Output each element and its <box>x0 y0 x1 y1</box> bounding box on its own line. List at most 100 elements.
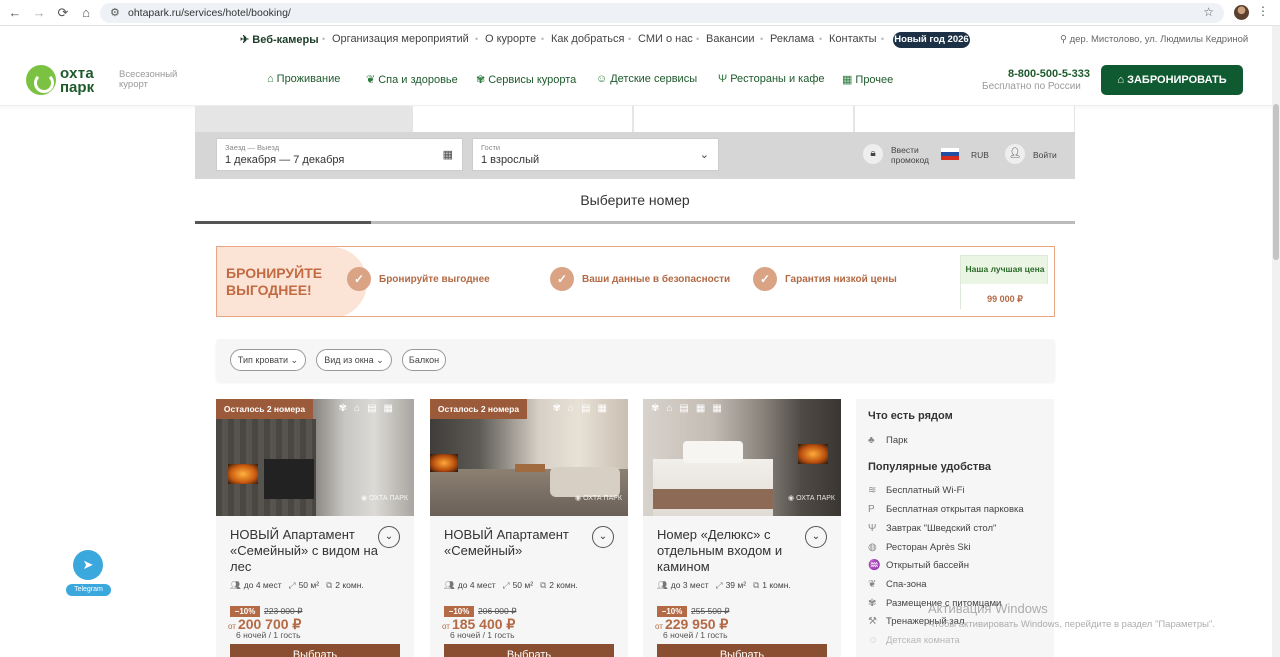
booking-step-tabs <box>195 106 1075 132</box>
filter-bed-type[interactable]: Тип кровати ⌄ <box>230 349 306 371</box>
nav-accommodation[interactable]: ⌂ Проживание <box>267 73 340 85</box>
photo-watermark: ◉ ОХТА ПАРК <box>575 495 622 502</box>
room-photo[interactable]: Осталось 2 номера ✾⌂▤▦ ◉ ОХТА ПАРК <box>430 399 628 516</box>
page-scrollbar[interactable] <box>1272 26 1280 657</box>
site-info-icon[interactable]: ⚙ <box>110 6 120 19</box>
amenity-item: Ψ Завтрак "Шведский стол" <box>868 523 997 534</box>
nav-services[interactable]: ✾ Сервисы курорта <box>476 73 576 86</box>
login-button[interactable]: 👤︎ Войти <box>1005 142 1061 168</box>
filter-balcony[interactable]: Балкон <box>402 349 446 371</box>
booking-tab[interactable] <box>633 106 854 132</box>
room-card: Осталось 2 номера ✾⌂▤▦ ◉ ОХТА ПАРК НОВЫЙ… <box>430 399 628 657</box>
amenity-item: P Бесплатная открытая парковка <box>868 504 1024 515</box>
area-icon: ⤢ <box>502 580 510 590</box>
photo-watermark: ◉ ОХТА ПАРК <box>788 495 835 502</box>
nav-spa[interactable]: ❦ Спа и здоровье <box>366 73 458 86</box>
filters-bar: Тип кровати ⌄ Вид из окна ⌄ Балкон <box>216 339 1055 382</box>
best-price-value: 99 000 ₽ <box>987 294 1023 304</box>
home-icon[interactable]: ⌂ <box>77 4 95 22</box>
rooms-left-badge: Осталось 2 номера <box>216 399 313 419</box>
topbar-link-events[interactable]: Организация мероприятий <box>332 33 469 45</box>
profile-avatar[interactable] <box>1234 5 1249 20</box>
room-photo[interactable]: Осталось 2 номера ✾⌂▤▦ ◉ ОХТА ПАРК <box>216 399 414 516</box>
grid-icon: ▦ <box>842 74 853 86</box>
topbar-link-about[interactable]: О курорте <box>485 33 536 45</box>
telegram-icon[interactable]: ➤ <box>73 550 103 580</box>
photo-dots[interactable] <box>438 510 620 513</box>
topbar-link-vacancies[interactable]: Вакансии <box>706 33 755 45</box>
pool-icon: ♒ <box>868 560 881 571</box>
booking-tab[interactable] <box>854 106 1075 132</box>
currency-selector[interactable]: RUB <box>941 142 997 168</box>
booking-tab[interactable] <box>412 106 633 132</box>
select-room-button[interactable]: Выбрать <box>230 644 400 657</box>
room-title[interactable]: НОВЫЙ Апартамент «Семейный» с видом на л… <box>230 527 380 575</box>
user-icon: 👤︎ <box>1005 144 1025 164</box>
webcams-link[interactable]: ✈ Веб-камеры <box>240 33 319 46</box>
rooms-left-badge: Осталось 2 номера <box>430 399 527 419</box>
expand-chevron-icon[interactable]: ⌄ <box>805 526 827 548</box>
windows-activation-title: Активация Windows <box>928 601 1048 616</box>
address-link[interactable]: ⚲ дер. Мистолово, ул. Людмилы Кедриной <box>1060 34 1248 45</box>
best-price-box: Наша лучшая цена 99 000 ₽ <box>960 255 1049 310</box>
select-room-button[interactable]: Выбрать <box>657 644 827 657</box>
rooms-icon: ⧉ <box>326 580 333 590</box>
browser-toolbar: ← → ⟳ ⌂ ⚙ ohtapark.ru/services/hotel/boo… <box>0 0 1280 26</box>
reload-icon[interactable]: ⟳ <box>54 4 72 22</box>
promo-code-button[interactable]: 🔒︎ Ввести промокод <box>863 142 933 168</box>
book-button[interactable]: ⌂ ЗАБРОНИРОВАТЬ <box>1101 65 1243 95</box>
amenity-item: ♒ Открытый бассейн <box>868 560 969 571</box>
chevron-down-icon: ⌄ <box>290 355 299 365</box>
telegram-label[interactable]: Telegram <box>66 584 111 596</box>
nav-restaurants[interactable]: Ψ Рестораны и кафе <box>718 73 825 85</box>
calendar-icon: ▦ <box>442 149 453 161</box>
topbar-link-media[interactable]: СМИ о нас <box>638 33 693 45</box>
filter-window-view[interactable]: Вид из окна ⌄ <box>316 349 392 371</box>
spa-icon: ❦ <box>868 579 877 590</box>
room-specs: 👥︎ до 4 мест ⤢ 50 м² ⧉ 2 комн. <box>230 580 364 590</box>
nav-kids[interactable]: ☺ Детские сервисы <box>596 73 697 85</box>
amenity-icons: ✾⌂▤▦ <box>338 403 400 414</box>
forward-icon[interactable]: → <box>30 4 48 22</box>
topbar-link-directions[interactable]: Как добраться <box>551 33 624 45</box>
back-icon[interactable]: ← <box>6 4 24 22</box>
leaf-icon: ✾ <box>476 74 486 86</box>
address-bar[interactable]: ⚙ ohtapark.ru/services/hotel/booking/ ☆ <box>100 3 1224 23</box>
guests-field[interactable]: Гости 1 взрослый ⌄ <box>472 138 719 171</box>
amenity-icons: ✾⌂▤▦▦ <box>651 403 729 414</box>
select-room-button[interactable]: Выбрать <box>444 644 614 657</box>
scrollbar-thumb[interactable] <box>1273 104 1279 260</box>
room-card: ✾⌂▤▦▦ ◉ ОХТА ПАРК Номер «Делюкс» с отдел… <box>643 399 841 657</box>
photo-dots[interactable] <box>224 510 406 513</box>
topbar-link-ads[interactable]: Реклама <box>770 33 814 45</box>
russia-flag-icon <box>941 148 959 160</box>
nav-other[interactable]: ▦ Прочее <box>842 73 893 86</box>
photo-dots[interactable] <box>651 510 833 513</box>
chevron-down-icon: ⌄ <box>699 149 709 161</box>
area-icon: ⤢ <box>288 580 296 590</box>
logo-mark-icon <box>26 65 56 95</box>
url-text[interactable]: ohtapark.ru/services/hotel/booking/ <box>128 7 291 19</box>
parking-icon: P <box>868 504 875 515</box>
amenity-icons: ✾⌂▤▦ <box>552 403 614 414</box>
logo[interactable]: охта парк <box>26 64 111 96</box>
room-title[interactable]: Номер «Делюкс» с отдельным входом и ками… <box>657 527 807 575</box>
dates-field[interactable]: Заезд — Выезд 1 декабря — 7 декабря ▦ <box>216 138 463 171</box>
phone-number[interactable]: 8-800-500-5-333 <box>1008 68 1090 80</box>
chevron-down-icon: ⌄ <box>376 355 384 365</box>
expand-chevron-icon[interactable]: ⌄ <box>592 526 614 548</box>
bookmark-star-icon[interactable]: ☆ <box>1203 5 1214 19</box>
browser-menu-icon[interactable]: ⋮ <box>1257 4 1269 18</box>
expand-chevron-icon[interactable]: ⌄ <box>378 526 400 548</box>
step-title: Выберите номер <box>580 192 690 208</box>
room-title[interactable]: НОВЫЙ Апартамент «Семейный» <box>444 527 594 559</box>
dumbbell-icon: ⚒ <box>868 616 877 627</box>
room-photo[interactable]: ✾⌂▤▦▦ ◉ ОХТА ПАРК <box>643 399 841 516</box>
tagline: Всесезонный курорт <box>119 69 178 90</box>
new-year-badge[interactable]: Новый год 2026 <box>893 32 970 48</box>
search-bar: Заезд — Выезд 1 декабря — 7 декабря ▦ Го… <box>195 132 1075 179</box>
paw-icon: ✾ <box>868 598 877 609</box>
topbar-link-contacts[interactable]: Контакты <box>829 33 877 45</box>
main-header: охта парк Всесезонный курорт ⌂ Проживание… <box>0 54 1272 106</box>
check-icon: ✓ <box>550 267 574 291</box>
